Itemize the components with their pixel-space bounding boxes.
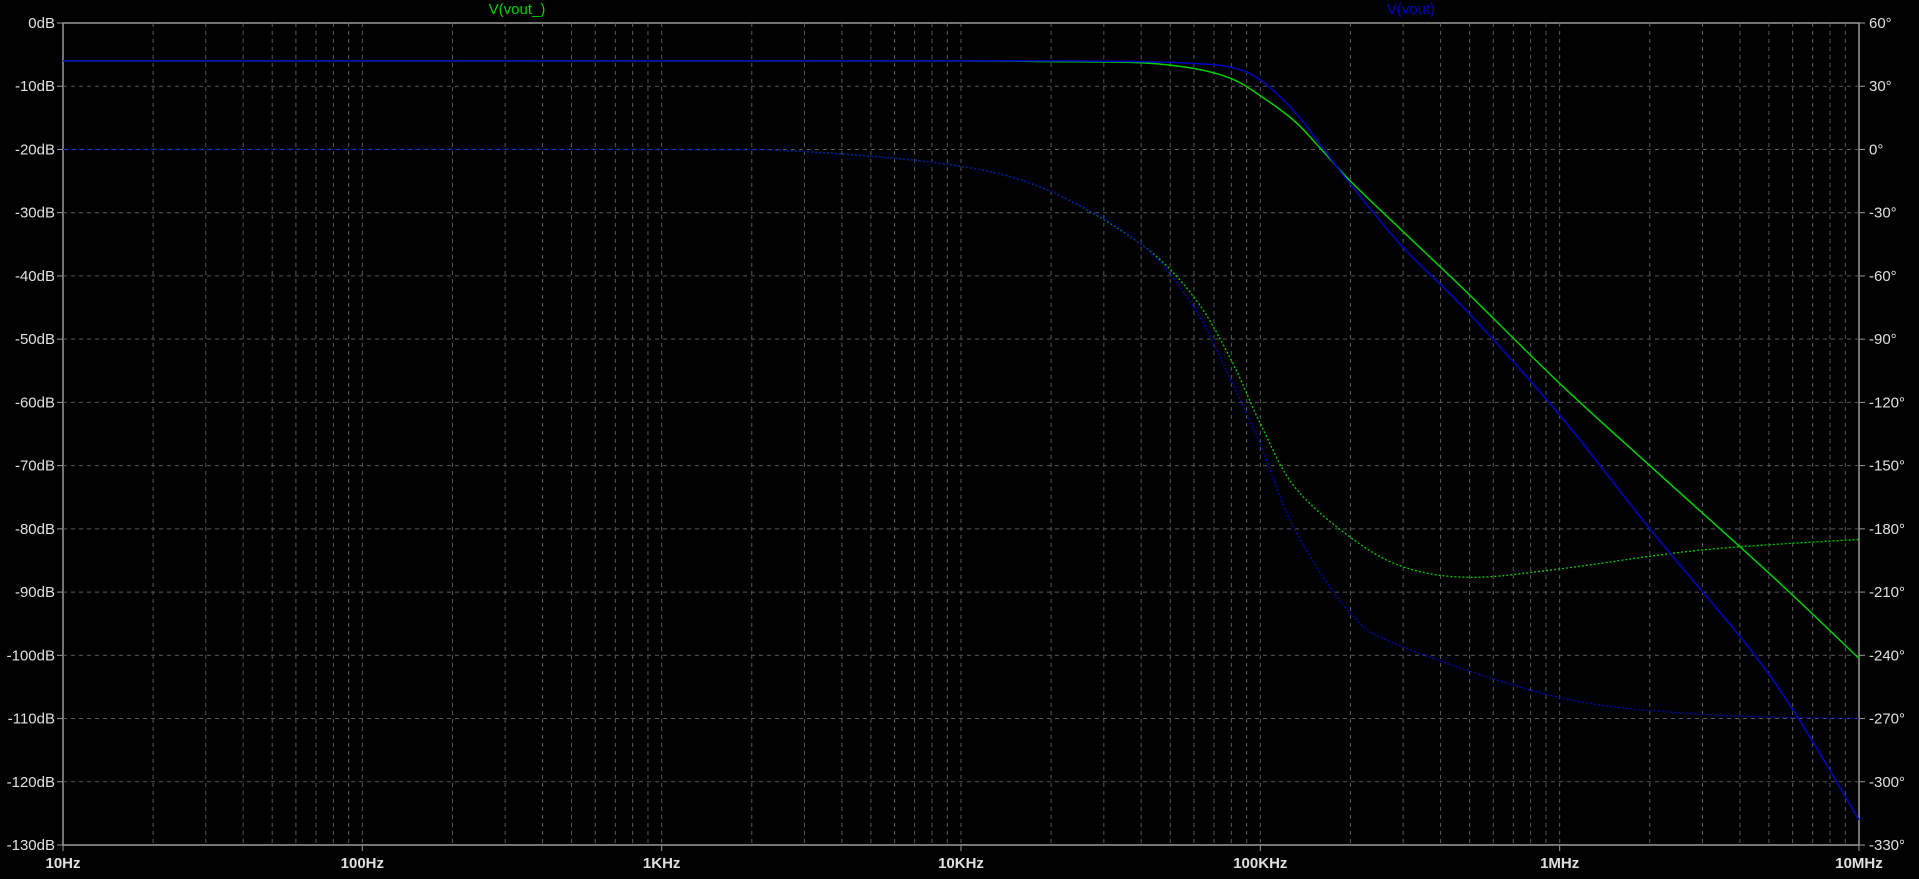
- y-left-tick-label: -100dB: [7, 647, 55, 664]
- legend-v-vout-: V(vout): [1387, 1, 1435, 18]
- y-left-tick-label: -130dB: [7, 837, 55, 854]
- y-left-tick-label: -120dB: [7, 774, 55, 791]
- x-tick-label: 100KHz: [1233, 855, 1287, 872]
- x-tick-label: 10MHz: [1835, 855, 1883, 872]
- y-right-tick-label: -180°: [1869, 521, 1905, 538]
- y-left-tick-label: -110dB: [8, 711, 55, 728]
- x-tick-label: 10KHz: [938, 855, 984, 872]
- y-right-tick-label: -300°: [1869, 774, 1905, 791]
- y-right-tick-label: -120°: [1869, 394, 1905, 411]
- x-tick-label: 1MHz: [1540, 855, 1579, 872]
- y-right-tick-label: -60°: [1869, 268, 1897, 285]
- legend-v-vout-: V(vout_): [489, 1, 546, 18]
- y-right-tick-label: -330°: [1869, 837, 1905, 854]
- y-right-tick-label: 30°: [1869, 78, 1892, 95]
- y-left-tick-label: -20dB: [15, 141, 55, 158]
- y-left-tick-label: 0dB: [28, 15, 55, 32]
- y-right-tick-label: -270°: [1869, 711, 1905, 728]
- y-left-tick-label: -80dB: [15, 521, 55, 538]
- y-left-tick-label: -50dB: [15, 331, 55, 348]
- bode-plot-svg: 10Hz 100Hz 1KHz 10KHz 100KHz 1MHz 10MHz 0dB -10d…: [7, 1, 1905, 872]
- x-tick-label: 1KHz: [643, 855, 681, 872]
- y-left-tick-label: -70dB: [15, 458, 55, 475]
- y-right-tick-label: 0°: [1869, 141, 1883, 158]
- y-left-tick-label: -30dB: [15, 205, 55, 222]
- x-tick-label: 100Hz: [341, 855, 384, 872]
- y-left-tick-label: -60dB: [15, 394, 55, 411]
- y-right-tick-label: -90°: [1869, 331, 1897, 348]
- y-left-tick-label: -40dB: [15, 268, 55, 285]
- y-left-tick-label: -90dB: [15, 584, 55, 601]
- y-right-tick-label: -240°: [1869, 647, 1905, 664]
- y-right-tick-label: -30°: [1869, 205, 1897, 222]
- y-left-tick-label: -10dB: [15, 78, 55, 95]
- y-right-tick-label: -210°: [1869, 584, 1905, 601]
- y-right-tick-label: -150°: [1869, 458, 1905, 475]
- bode-plot: 10Hz 100Hz 1KHz 10KHz 100KHz 1MHz 10MHz 0dB -10d…: [0, 0, 1919, 874]
- x-tick-label: 10Hz: [45, 855, 80, 872]
- y-right-tick-label: 60°: [1869, 15, 1892, 32]
